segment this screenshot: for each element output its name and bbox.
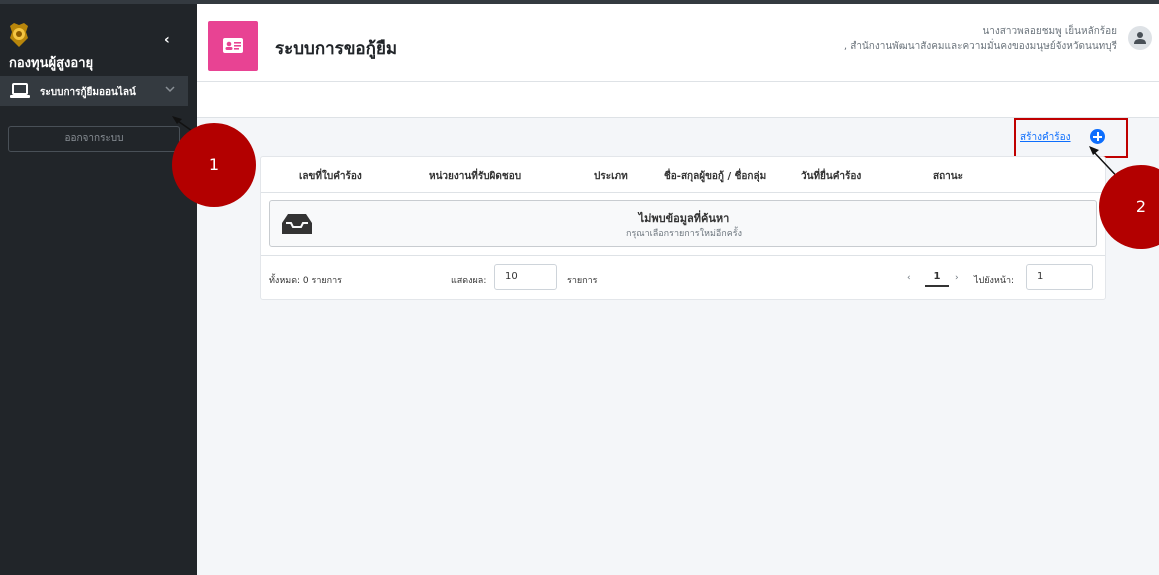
sidebar-collapse-button[interactable]: ‹ — [164, 32, 170, 48]
column-header: ประเภท — [594, 171, 628, 182]
page-header: ระบบการขอกู้ยืม นางสาวพลอยชมพู เย็นหลักร… — [197, 4, 1159, 82]
requests-table-card: เลขที่ใบคำร้อง หน่วยงานที่รับผิดชอบ ประเ… — [260, 156, 1106, 300]
sidebar: กองทุนผู้สูงอายุ ‹ ระบบการกู้ยืมออนไลน์ … — [0, 4, 197, 575]
user-icon — [1134, 32, 1146, 44]
brand-name: กองทุนผู้สูงอายุ — [9, 56, 94, 71]
id-card-icon — [223, 38, 243, 53]
logout-button[interactable]: ออกจากระบบ — [8, 126, 180, 152]
column-header: สถานะ — [933, 171, 963, 182]
sidebar-item-label: ระบบการกู้ยืมออนไลน์ — [40, 87, 136, 98]
page-title: ระบบการขอกู้ยืม — [275, 39, 398, 59]
column-header: เลขที่ใบคำร้อง — [299, 171, 362, 182]
highlight-box — [1014, 118, 1128, 158]
column-header: วันที่ยื่นคำร้อง — [801, 171, 862, 182]
sidebar-brand: กองทุนผู้สูงอายุ ‹ — [0, 4, 197, 76]
user-organization: , สำนักงานพัฒนาสังคมและความมั่นคงของมนุษ… — [843, 41, 1117, 52]
empty-state-subtitle: กรุณาเลือกรายการใหม่อีกครั้ง — [626, 229, 742, 239]
annotation-marker-1: 1 — [172, 123, 256, 207]
prev-page-button[interactable]: ‹ — [907, 273, 911, 283]
goto-page-label: ไปยังหน้า: — [974, 276, 1015, 286]
column-header: ชื่อ-สกุลผู้ขอกู้ / ชื่อกลุ่ม — [664, 171, 767, 182]
divider — [261, 255, 1105, 256]
total-count: ทั้งหมด: 0 รายการ — [269, 276, 343, 286]
avatar[interactable] — [1128, 26, 1152, 50]
page-icon-box — [208, 21, 258, 71]
chevron-down-icon — [165, 86, 175, 93]
page-size-label: แสดงผล: — [451, 276, 487, 286]
page-size-unit: รายการ — [567, 276, 598, 286]
empty-state: ไม่พบข้อมูลที่ค้นหา กรุณาเลือกรายการใหม่… — [269, 200, 1097, 247]
column-header: หน่วยงานที่รับผิดชอบ — [429, 171, 522, 182]
empty-state-title: ไม่พบข้อมูลที่ค้นหา — [638, 212, 730, 225]
user-name: นางสาวพลอยชมพู เย็นหลักร้อย — [982, 26, 1117, 37]
fund-logo-icon — [10, 23, 28, 47]
main-content: สร้างคำร้อง เลขที่ใบคำร้อง หน่วยงานที่รั… — [197, 118, 1159, 575]
page-size-input[interactable]: 10 — [494, 264, 557, 290]
sidebar-item-online-loan[interactable]: ระบบการกู้ยืมออนไลน์ — [0, 76, 188, 106]
current-page[interactable]: 1 — [925, 271, 949, 287]
laptop-icon — [10, 83, 30, 98]
table-header: เลขที่ใบคำร้อง หน่วยงานที่รับผิดชอบ ประเ… — [261, 157, 1105, 193]
next-page-button[interactable]: › — [955, 273, 959, 283]
goto-page-input[interactable]: 1 — [1026, 264, 1093, 290]
toolbar-band — [197, 82, 1159, 118]
